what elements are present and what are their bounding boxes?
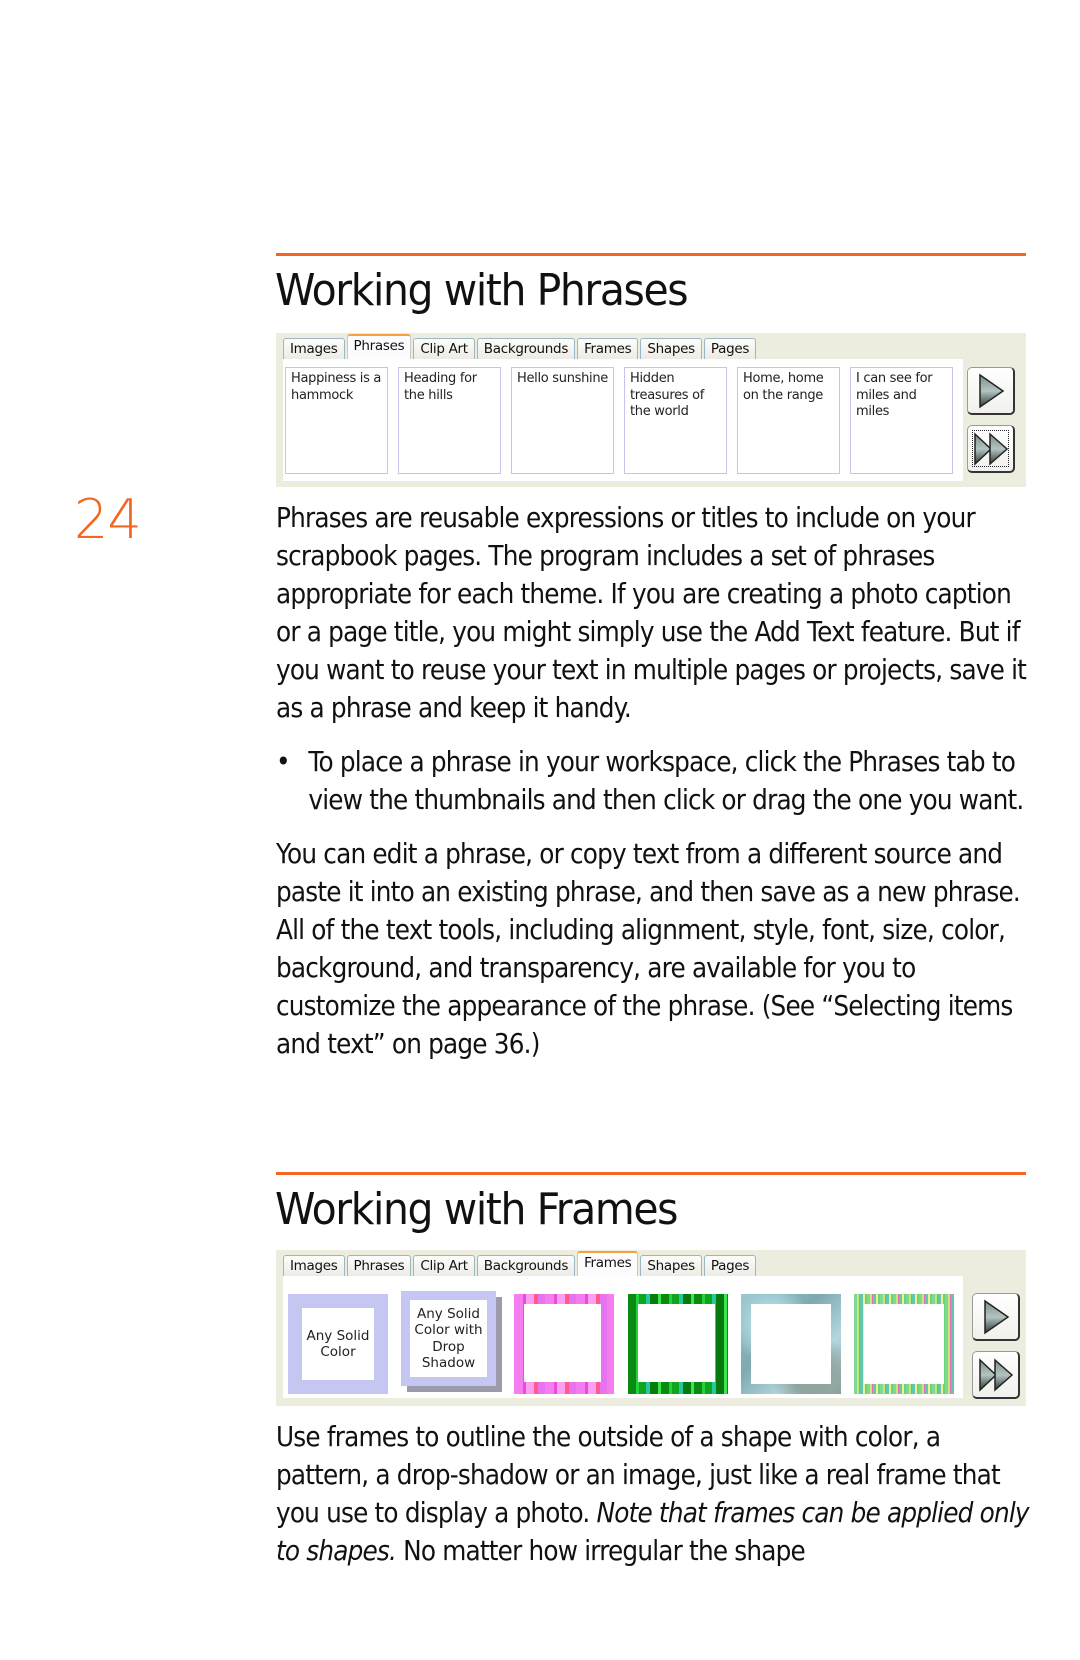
tab-backgrounds[interactable]: Backgrounds	[476, 1255, 576, 1276]
tab-clip-art[interactable]: Clip Art	[413, 338, 475, 359]
focus-ring	[972, 430, 1009, 467]
tab-images[interactable]: Images	[283, 338, 345, 359]
frame-thumbnail-solid[interactable]: Any Solid Color	[288, 1294, 388, 1394]
frame-inner	[638, 1304, 715, 1382]
tab-bar: Images Phrases Clip Art Backgrounds Fram…	[283, 333, 758, 359]
section-rule	[276, 1172, 1026, 1175]
section-heading-frames: Working with Frames	[275, 1184, 678, 1235]
paragraph: You can edit a phrase, or copy text from…	[276, 838, 1021, 1060]
thumbnail-area: Any Solid Color Any Solid Color with Dro…	[283, 1276, 963, 1398]
fast-forward-icon	[978, 1357, 1013, 1392]
tab-phrases[interactable]: Phrases	[346, 1255, 412, 1276]
frame-label: Any Solid Color with Drop Shadow	[410, 1300, 487, 1377]
fast-forward-button[interactable]	[967, 425, 1015, 473]
frame-thumbnail-drop-shadow[interactable]: Any Solid Color with Drop Shadow	[401, 1291, 496, 1386]
tab-clip-art[interactable]: Clip Art	[413, 1255, 475, 1276]
phrase-thumbnail[interactable]: Home, home on the range	[737, 367, 840, 474]
phrase-thumbnail[interactable]: Happiness is a hammock	[285, 367, 388, 474]
phrases-body: Phrases are reusable expressions or titl…	[276, 499, 1037, 1063]
tab-backgrounds[interactable]: Backgrounds	[476, 338, 576, 359]
phrase-thumbnail[interactable]: Hidden treasures of the world	[624, 367, 727, 474]
tab-bar: Images Phrases Clip Art Backgrounds Fram…	[283, 1250, 758, 1276]
tab-pages[interactable]: Pages	[703, 338, 757, 359]
paragraph: Use frames to outline the outside of a s…	[276, 1418, 1037, 1570]
tab-shapes[interactable]: Shapes	[640, 1255, 702, 1276]
play-arrow-icon	[978, 373, 1004, 408]
tab-images[interactable]: Images	[283, 1255, 345, 1276]
bullet-symbol: •	[276, 746, 291, 778]
tab-shapes[interactable]: Shapes	[640, 338, 702, 359]
thumbnail-area: Happiness is a hammock Heading for the h…	[283, 359, 963, 481]
phrases-panel-screenshot: Images Phrases Clip Art Backgrounds Fram…	[276, 333, 1026, 487]
phrase-thumbnail[interactable]: Heading for the hills	[398, 367, 501, 474]
fast-forward-button[interactable]	[972, 1351, 1020, 1399]
bullet-text: To place a phrase in your workspace, cli…	[308, 746, 1024, 816]
next-button[interactable]	[972, 1293, 1020, 1341]
phrase-thumbnail[interactable]: I can see for miles and miles	[850, 367, 953, 474]
page-number: 24	[74, 488, 142, 551]
play-arrow-icon	[983, 1299, 1009, 1334]
frame-thumbnail-gray[interactable]	[741, 1294, 841, 1394]
paragraph: Phrases are reusable expressions or titl…	[276, 502, 1027, 724]
frame-thumbnail-pink[interactable]	[514, 1294, 614, 1394]
frame-thumbnail-striped[interactable]	[854, 1294, 954, 1394]
section-heading-phrases: Working with Phrases	[275, 265, 689, 316]
frame-thumbnail-green[interactable]	[628, 1294, 728, 1394]
bullet-item: • To place a phrase in your workspace, c…	[276, 743, 1037, 819]
frames-panel-screenshot: Images Phrases Clip Art Backgrounds Fram…	[276, 1250, 1026, 1406]
frame-inner	[751, 1304, 831, 1384]
tab-frames[interactable]: Frames	[577, 338, 639, 359]
section-rule	[276, 253, 1026, 256]
next-button[interactable]	[967, 367, 1015, 415]
phrase-thumbnail[interactable]: Hello sunshine	[511, 367, 614, 474]
frames-body: Use frames to outline the outside of a s…	[276, 1418, 1037, 1570]
frame-inner	[524, 1304, 601, 1382]
frame-inner	[864, 1304, 944, 1384]
tab-frames[interactable]: Frames	[577, 1251, 639, 1276]
tab-phrases[interactable]: Phrases	[346, 334, 412, 359]
frame-label: Any Solid Color	[302, 1308, 374, 1380]
text-run: No matter how irregular the shape	[396, 1535, 806, 1567]
tab-pages[interactable]: Pages	[703, 1255, 757, 1276]
